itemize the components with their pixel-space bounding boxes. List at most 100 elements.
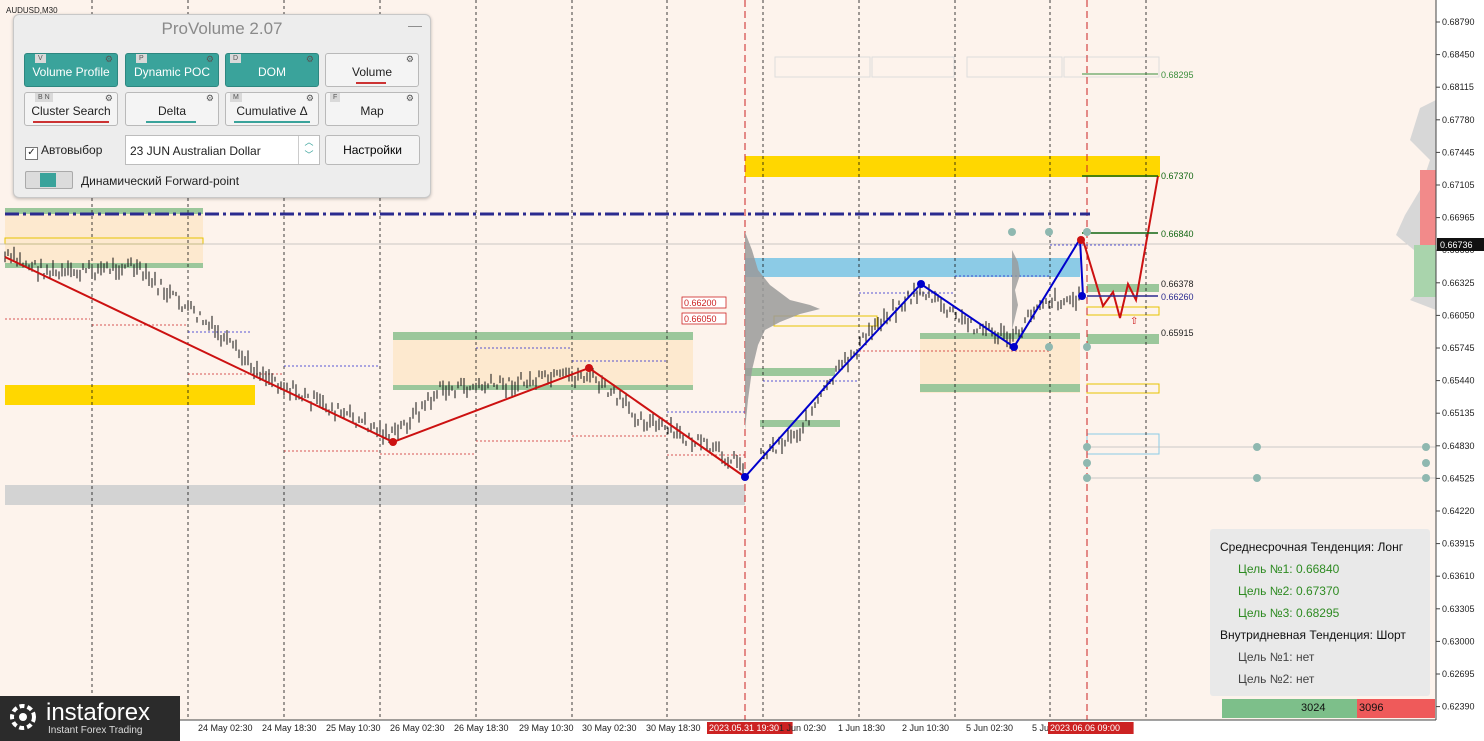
intra-trend-label: Внутридневная Тенденция: Шорт	[1220, 628, 1406, 642]
x-tick-label: 26 May 18:30	[454, 723, 509, 733]
auto-select-label: Автовыбор	[41, 143, 103, 157]
dom-button[interactable]: D ⚙ DOM	[225, 53, 319, 87]
mid-target-2: Цель №2: 0.67370	[1238, 584, 1340, 598]
cumulative-delta-button[interactable]: M ⚙ Cumulative Δ	[225, 92, 319, 126]
y-tick-label: 0.65745	[1442, 343, 1475, 353]
auto-select-checkbox[interactable]: ✓ Автовыбор	[25, 143, 102, 160]
logo-tagline: Instant Forex Trading	[48, 725, 143, 736]
gear-icon[interactable]: ⚙	[406, 54, 414, 65]
x-tick-label: 24 May 18:30	[262, 723, 317, 733]
volume-balance-bar: 3024 3096	[1222, 699, 1435, 718]
gear-icon[interactable]: ⚙	[406, 93, 414, 104]
level-l1: 0.66378	[1161, 279, 1194, 289]
button-label: Map	[360, 104, 384, 118]
toggle-switch[interactable]	[25, 171, 73, 189]
hotkey-label: D	[230, 54, 242, 63]
y-tick-label: 0.63915	[1442, 539, 1475, 549]
x-tick-label: 2023.05.31 19:30	[709, 723, 779, 733]
sell-volume-value: 3096	[1359, 702, 1384, 714]
hotkey-label: M	[230, 93, 242, 102]
trend-info-panel: Среднесрочная Тенденция: Лонг Цель №1: 0…	[1210, 529, 1430, 696]
gear-icon[interactable]: ⚙	[206, 54, 214, 65]
x-tick-label: 2 Jun 10:30	[902, 723, 949, 733]
x-tick-label: 30 May 02:30	[582, 723, 637, 733]
settings-button[interactable]: Настройки	[325, 135, 420, 165]
button-label: Cluster Search	[31, 104, 111, 118]
x-tick-label: 2023.06.06 09:00	[1050, 723, 1120, 733]
gear-icon[interactable]: ⚙	[206, 93, 214, 104]
x-tick-label: 25 May 10:30	[326, 723, 381, 733]
checkmark-icon: ✓	[25, 147, 38, 160]
x-tick-label: 29 May 10:30	[519, 723, 574, 733]
button-label: Cumulative Δ	[236, 104, 308, 118]
x-tick-label: 30 May 18:30	[646, 723, 701, 733]
hotkey-label: F	[330, 93, 341, 102]
x-tick-label: 24 May 02:30	[198, 723, 253, 733]
button-label: Delta	[157, 104, 186, 118]
y-tick-label: 0.64220	[1442, 506, 1475, 516]
y-tick-label: 0.67105	[1442, 180, 1475, 190]
button-label: Volume Profile	[32, 65, 110, 79]
minimize-button[interactable]: —	[408, 17, 422, 33]
gear-icon[interactable]: ⚙	[306, 54, 314, 65]
y-tick-label: 0.62695	[1442, 669, 1475, 679]
buy-volume-value: 3024	[1301, 702, 1326, 714]
mid-trend-label: Среднесрочная Тенденция: Лонг	[1220, 540, 1404, 554]
volume-profile-button[interactable]: V ⚙ Volume Profile	[24, 53, 118, 87]
hotkey-label: V	[35, 54, 46, 63]
delta-button[interactable]: ⚙ Delta	[125, 92, 219, 126]
cluster-search-button[interactable]: B N ⚙ Cluster Search	[24, 92, 118, 126]
box-level-2: 0.66050	[684, 314, 717, 324]
intra-target-1: Цель №1: нет	[1238, 650, 1315, 664]
map-button[interactable]: F ⚙ Map	[325, 92, 419, 126]
intra-target-2: Цель №2: нет	[1238, 672, 1315, 686]
y-tick-label: 0.62390	[1442, 702, 1475, 712]
y-tick-label: 0.64525	[1442, 473, 1475, 483]
forward-point-toggle[interactable]: Динамический Forward-point	[25, 171, 239, 189]
instaforex-logo: instaforex Instant Forex Trading	[0, 696, 180, 741]
level-l3: 0.65915	[1161, 328, 1194, 338]
x-tick-label: 5 Jun 02:30	[966, 723, 1013, 733]
y-tick-label: 0.66325	[1442, 278, 1475, 288]
button-label: Volume	[351, 65, 393, 79]
forward-point-label: Динамический Forward-point	[81, 174, 240, 188]
level-l2: 0.66260	[1161, 292, 1194, 302]
y-tick-label: 0.63000	[1442, 636, 1475, 646]
x-tick-label: 26 May 02:30	[390, 723, 445, 733]
sell-volume-fill: 3096	[1357, 699, 1435, 718]
y-tick-label: 0.66965	[1442, 213, 1475, 223]
current-price-label: 0.66736	[1440, 240, 1473, 250]
level-target1: 0.66840	[1161, 229, 1194, 239]
box-level-1: 0.66200	[684, 298, 717, 308]
y-tick-label: 0.66050	[1442, 310, 1475, 320]
y-tick-label: 0.68450	[1442, 50, 1475, 60]
x-tick-label: 1 Jun 18:30	[838, 723, 885, 733]
y-tick-label: 0.67445	[1442, 147, 1475, 157]
volume-button[interactable]: ⚙ Volume	[325, 53, 419, 87]
gear-icon[interactable]: ⚙	[105, 93, 113, 104]
y-tick-label: 0.68790	[1442, 17, 1475, 27]
dynamic-poc-button[interactable]: P ⚙ Dynamic POC	[125, 53, 219, 87]
y-tick-label: 0.65135	[1442, 408, 1475, 418]
gear-icon[interactable]: ⚙	[306, 93, 314, 104]
mid-target-3: Цель №3: 0.68295	[1238, 606, 1340, 620]
logo-gear-icon	[10, 704, 36, 730]
panel-title: ProVolume 2.07	[161, 19, 283, 38]
hotkey-label: B N	[35, 93, 53, 102]
buy-volume-fill: 3024	[1222, 699, 1357, 718]
provolume-panel: ProVolume 2.07 — V ⚙ Volume Profile P ⚙ Dyna…	[13, 14, 431, 198]
level-target2: 0.67370	[1161, 171, 1194, 181]
button-label: DOM	[258, 65, 286, 79]
x-tick-label: 1 Jun 02:30	[779, 723, 826, 733]
logo-name: instaforex	[46, 699, 151, 726]
y-tick-label: 0.65440	[1442, 376, 1475, 386]
y-tick-label: 0.63610	[1442, 571, 1475, 581]
level-target3: 0.68295	[1161, 70, 1194, 80]
mid-target-1: Цель №1: 0.66840	[1238, 562, 1340, 576]
spinner-arrows-icon[interactable]: ︿ ﹀	[298, 136, 319, 164]
y-tick-label: 0.63305	[1442, 604, 1475, 614]
y-tick-label: 0.64830	[1442, 441, 1475, 451]
gear-icon[interactable]: ⚙	[105, 54, 113, 65]
hotkey-label: P	[136, 54, 147, 63]
instrument-select[interactable]: 23 JUN Australian Dollar ︿ ﹀	[125, 135, 320, 165]
